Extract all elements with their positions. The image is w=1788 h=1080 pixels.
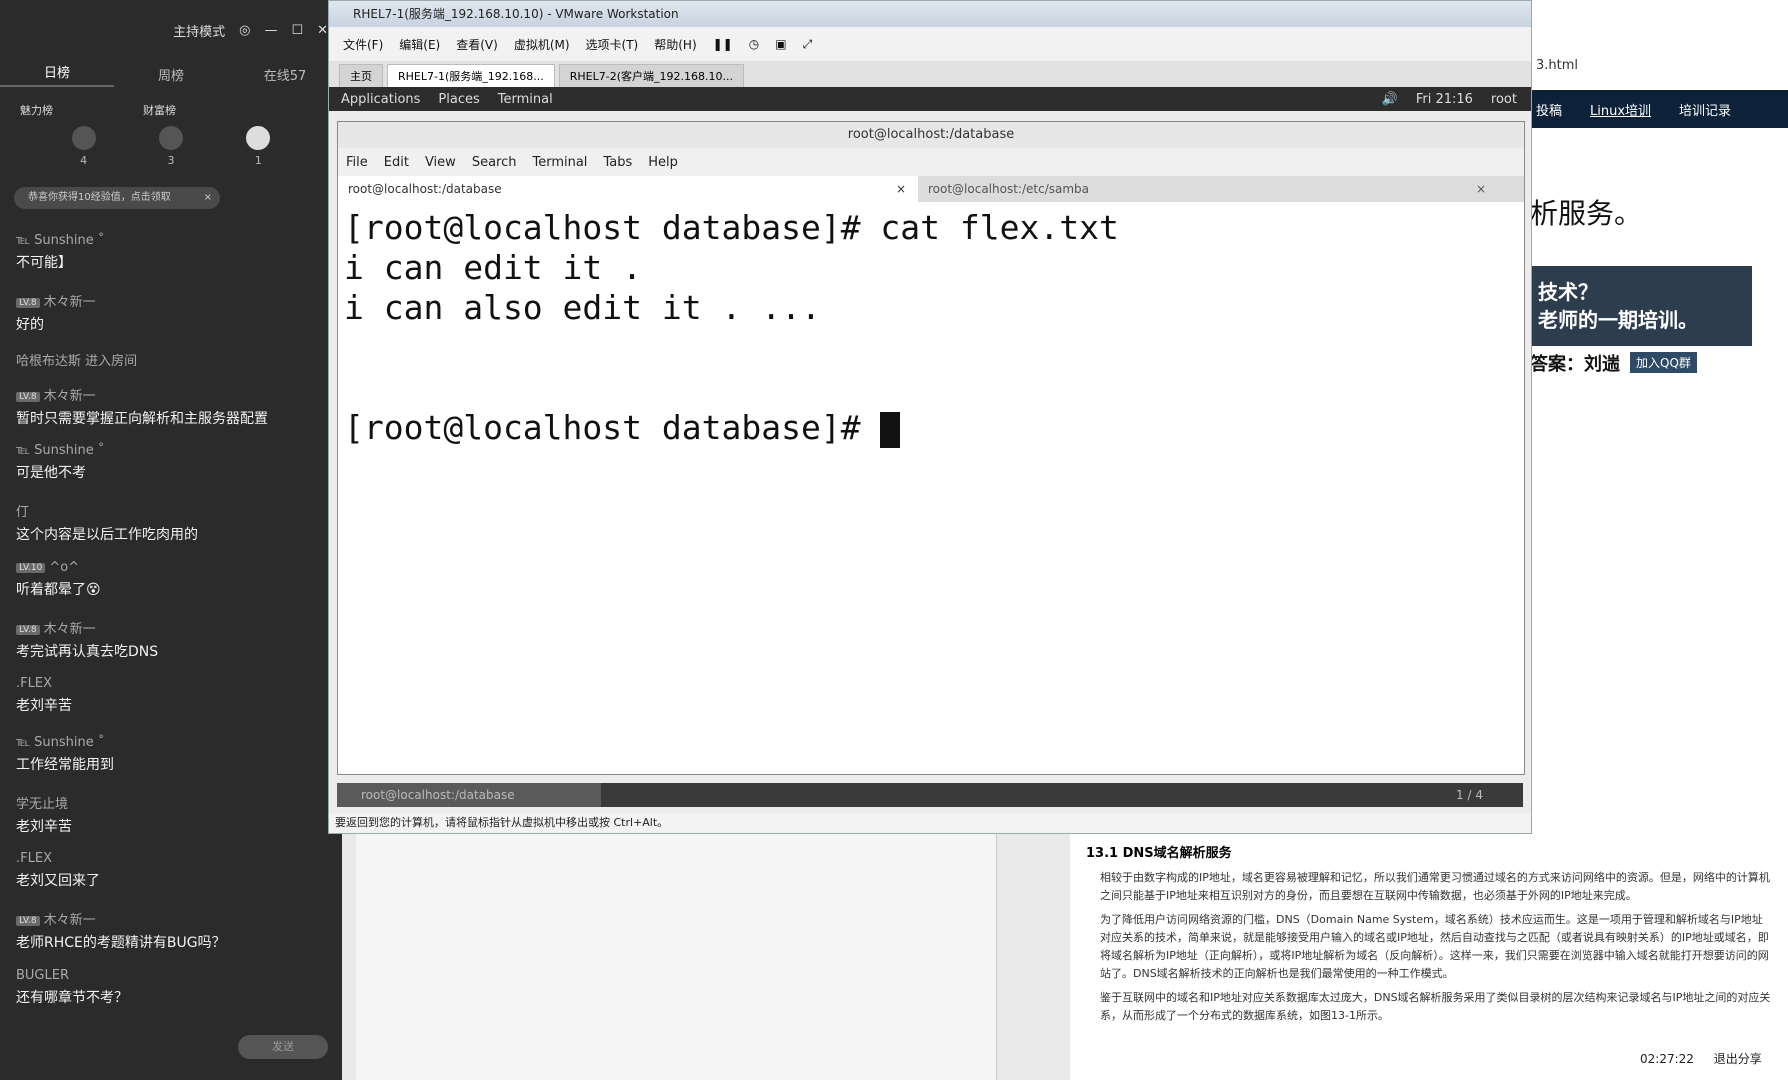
avatar — [71, 126, 96, 150]
chat-message: LV.8 木々新一 暂时只需要掌握正向解析和主服务器配置 — [16, 389, 268, 427]
page-heading: 析服务。 — [1530, 197, 1643, 230]
console-icon[interactable]: ▣ — [775, 37, 786, 51]
chat-message: ℡ Sunshine ˚ 可是他不考 — [16, 443, 105, 481]
menu-view[interactable]: 查看(V) — [456, 36, 498, 53]
terminal-tabs: root@localhost:/database × root@localhost… — [338, 176, 1524, 202]
chat-message: LV.8 木々新一 考完试再认真去吃DNS — [16, 622, 159, 660]
host-mode-label[interactable]: 主持模式 — [173, 21, 225, 40]
stream-clock: 02:27:22 退出分享 — [1640, 1052, 1762, 1066]
promo-banner[interactable]: 技术？ 老师的一期培训。 — [1530, 266, 1752, 346]
chat-message: 仃这个内容是以后工作吃肉用的 — [16, 505, 198, 543]
tab-online[interactable]: 在线57 — [228, 65, 342, 84]
rank-item[interactable]: 4 — [71, 126, 96, 167]
settings-icon[interactable]: ◎ — [239, 23, 250, 38]
chat-message: LV.10 ^o^ 听着都晕了😵 — [16, 560, 101, 598]
charm-rank-label[interactable]: 魅力榜 — [20, 102, 53, 118]
article-body: 13.1 DNS域名解析服务 相较于由数字构成的IP地址，域名更容易被理解和记忆… — [1070, 832, 1788, 1080]
tab-home[interactable]: 主页 — [339, 64, 383, 87]
send-button[interactable]: 发送 — [238, 1035, 328, 1059]
chat-tabs: 日榜 周榜 在线57 — [0, 60, 342, 88]
menu-file[interactable]: File — [346, 155, 368, 170]
nav-item[interactable]: 培训记录 — [1679, 100, 1731, 119]
vmware-tabs: 主页 RHEL7-1(服务端_192.168... RHEL7-2(客户端_19… — [329, 61, 1531, 87]
menu-vm[interactable]: 虚拟机(M) — [514, 36, 570, 53]
chat-message: .FLEX 老刘辛苦 — [16, 676, 72, 714]
document-canvas — [356, 832, 997, 1080]
chat-message: 哈根布达斯 进入房间 — [16, 354, 138, 369]
tab-daily[interactable]: 日榜 — [0, 62, 114, 87]
taskbar-item[interactable]: root@localhost:/database — [337, 783, 601, 807]
wealth-rank-label[interactable]: 财富榜 — [143, 102, 176, 118]
section-heading: 13.1 DNS域名解析服务 — [1086, 846, 1232, 861]
chat-message: LV.8 木々新一 好的 — [16, 295, 96, 333]
chat-message: ℡ Sunshine ˚ 不可能】 — [16, 233, 105, 271]
rank-item[interactable]: 3 — [158, 126, 183, 167]
applications-menu[interactable]: Applications — [341, 92, 420, 107]
nav-item[interactable]: 投稿 — [1536, 100, 1562, 119]
rank-item[interactable]: 1 — [246, 126, 271, 167]
exit-share-button[interactable]: 退出分享 — [1714, 1052, 1762, 1066]
vmware-status: 要返回到您的计算机，请将鼠标指针从虚拟机中移出或按 Ctrl+Alt。 — [329, 813, 1531, 833]
minimize-icon[interactable]: — — [264, 23, 277, 38]
menu-tabs[interactable]: Tabs — [603, 155, 632, 170]
maximize-icon[interactable]: ☐ — [291, 23, 303, 38]
chat-header: 主持模式 ◎ — ☐ ✕ — [0, 0, 342, 60]
places-menu[interactable]: Places — [438, 92, 479, 107]
tab-weekly[interactable]: 周榜 — [114, 65, 228, 84]
url-fragment: 3.html — [1536, 58, 1579, 73]
pause-icon[interactable]: ❚❚ — [713, 37, 733, 51]
workspace-indicator[interactable]: 1 / 4 — [1456, 783, 1483, 807]
join-qq-button[interactable]: 加入QQ群 — [1630, 352, 1697, 373]
chat-message: LV.8 木々新一 老师RHCE的考题精讲有BUG吗？ — [16, 913, 226, 951]
terminal-window: root@localhost:/database File Edit View … — [337, 121, 1525, 775]
terminal-app-label[interactable]: Terminal — [498, 92, 553, 107]
paragraph: 为了降低用户访问网络资源的门槛，DNS（Domain Name System，域… — [1100, 913, 1769, 980]
menu-help[interactable]: Help — [648, 155, 678, 170]
tab-database[interactable]: root@localhost:/database × — [338, 176, 918, 202]
volume-icon[interactable]: 🔊 — [1382, 92, 1398, 107]
web-nav: 投稿 Linux培训 培训记录 — [1530, 90, 1788, 128]
gnome-taskbar: root@localhost:/database 1 / 4 — [337, 783, 1523, 807]
close-icon[interactable]: × — [1476, 182, 1486, 196]
nav-item[interactable]: Linux培训 — [1590, 100, 1651, 119]
vmware-title: RHEL7-1(服务端_192.168.10.10) - VMware Work… — [329, 1, 1531, 27]
terminal-title: root@localhost:/database — [338, 122, 1524, 148]
close-icon[interactable]: ✕ — [317, 23, 328, 38]
menu-edit[interactable]: Edit — [384, 155, 409, 170]
tab-samba[interactable]: root@localhost:/etc/samba × — [918, 176, 1498, 202]
rank-headers: 魅力榜 财富榜 — [0, 88, 342, 118]
menu-terminal[interactable]: Terminal — [532, 155, 587, 170]
answer-label: 答案：刘遄 — [1530, 354, 1620, 375]
reward-notice[interactable]: 恭喜你获得10经验值，点击领取 × — [14, 187, 220, 209]
chat-message: .FLEX 老刘又回来了 — [16, 851, 100, 889]
chat-message: ℡ Sunshine ˚ 工作经常能用到 — [16, 735, 114, 773]
terminal-menubar: File Edit View Search Terminal Tabs Help — [338, 148, 1524, 176]
snapshot-icon[interactable]: ◷ — [749, 37, 759, 51]
terminal-output[interactable]: [root@localhost database]# cat flex.txt i… — [338, 202, 1524, 454]
paragraph: 相较于由数字构成的IP地址，域名更容易被理解和记忆，所以我们通常更习惯通过域名的… — [1100, 871, 1770, 902]
clock[interactable]: Fri 21:16 — [1416, 92, 1473, 107]
chat-message: BUGLER 还有哪章节不考？ — [16, 968, 128, 1006]
menu-edit[interactable]: 编辑(E) — [399, 36, 440, 53]
menu-help[interactable]: 帮助(H) — [654, 36, 696, 53]
avatar — [158, 126, 183, 150]
fullscreen-icon[interactable]: ⤢ — [803, 37, 813, 52]
terminal-cursor — [880, 411, 901, 448]
vmware-window: RHEL7-1(服务端_192.168.10.10) - VMware Work… — [328, 0, 1532, 834]
gnome-top-bar: Applications Places Terminal 🔊 Fri 21:16… — [329, 87, 1531, 111]
tab-rhel7-1[interactable]: RHEL7-1(服务端_192.168... — [387, 64, 555, 87]
menu-search[interactable]: Search — [472, 155, 517, 170]
user-menu[interactable]: root — [1491, 92, 1517, 107]
paragraph: 鉴于互联网中的域名和IP地址对应关系数据库太过庞大，DNS域名解析服务采用了类似… — [1100, 991, 1771, 1022]
close-icon[interactable]: × — [204, 187, 212, 209]
chat-message: 学无止境 老刘辛苦 — [16, 797, 72, 835]
menu-view[interactable]: View — [425, 155, 456, 170]
vmware-menubar: 文件(F) 编辑(E) 查看(V) 虚拟机(M) 选项卡(T) 帮助(H) ❚❚… — [329, 27, 1531, 61]
avatar — [246, 126, 271, 150]
rank-list: 4 3 1 — [0, 118, 342, 167]
close-icon[interactable]: × — [896, 182, 906, 196]
tab-rhel7-2[interactable]: RHEL7-2(客户端_192.168.10... — [558, 64, 744, 87]
menu-file[interactable]: 文件(F) — [343, 36, 383, 53]
menu-tabs[interactable]: 选项卡(T) — [586, 36, 639, 53]
